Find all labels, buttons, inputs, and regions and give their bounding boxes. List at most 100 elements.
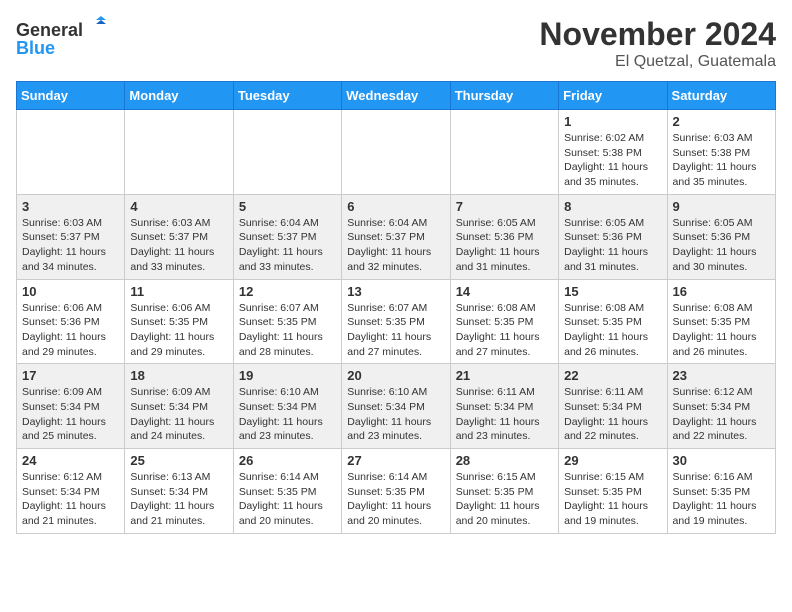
- day-info: Sunrise: 6:14 AM Sunset: 5:35 PM Dayligh…: [347, 470, 444, 529]
- day-info: Sunrise: 6:14 AM Sunset: 5:35 PM Dayligh…: [239, 470, 336, 529]
- day-number: 30: [673, 453, 770, 468]
- day-number: 15: [564, 284, 661, 299]
- day-info: Sunrise: 6:04 AM Sunset: 5:37 PM Dayligh…: [239, 216, 336, 275]
- day-info: Sunrise: 6:12 AM Sunset: 5:34 PM Dayligh…: [673, 385, 770, 444]
- day-number: 13: [347, 284, 444, 299]
- table-cell: 10 Sunrise: 6:06 AM Sunset: 5:36 PM Dayli…: [17, 279, 125, 364]
- day-number: 24: [22, 453, 119, 468]
- day-number: 7: [456, 199, 553, 214]
- svg-text:General: General: [16, 20, 83, 40]
- day-info: Sunrise: 6:05 AM Sunset: 5:36 PM Dayligh…: [564, 216, 661, 275]
- day-info: Sunrise: 6:10 AM Sunset: 5:34 PM Dayligh…: [239, 385, 336, 444]
- day-number: 3: [22, 199, 119, 214]
- day-number: 14: [456, 284, 553, 299]
- col-sunday: Sunday: [17, 82, 125, 110]
- day-info: Sunrise: 6:03 AM Sunset: 5:38 PM Dayligh…: [673, 131, 770, 190]
- col-monday: Monday: [125, 82, 233, 110]
- day-number: 8: [564, 199, 661, 214]
- day-number: 28: [456, 453, 553, 468]
- day-number: 22: [564, 368, 661, 383]
- day-info: Sunrise: 6:04 AM Sunset: 5:37 PM Dayligh…: [347, 216, 444, 275]
- table-cell: 22Sunrise: 6:11 AM Sunset: 5:34 PM Dayli…: [559, 364, 667, 449]
- day-number: 2: [673, 114, 770, 129]
- table-cell: 21 Sunrise: 6:11 AM Sunset: 5:34 PM Dayli…: [450, 364, 558, 449]
- day-info: Sunrise: 6:12 AM Sunset: 5:34 PM Dayligh…: [22, 470, 119, 529]
- location: El Quetzal, Guatemala: [539, 53, 776, 71]
- day-number: 16: [673, 284, 770, 299]
- table-cell: 29Sunrise: 6:15 AM Sunset: 5:35 PM Dayli…: [559, 449, 667, 534]
- day-number: 11: [130, 284, 227, 299]
- day-number: 20: [347, 368, 444, 383]
- day-number: 19: [239, 368, 336, 383]
- table-cell: 6 Sunrise: 6:04 AM Sunset: 5:37 PM Daylig…: [342, 194, 450, 279]
- day-number: 29: [564, 453, 661, 468]
- table-cell: 8 Sunrise: 6:05 AM Sunset: 5:36 PM Daylig…: [559, 194, 667, 279]
- day-number: 27: [347, 453, 444, 468]
- day-info: Sunrise: 6:08 AM Sunset: 5:35 PM Dayligh…: [564, 301, 661, 360]
- table-cell: 3 Sunrise: 6:03 AM Sunset: 5:37 PM Daylig…: [17, 194, 125, 279]
- table-cell: [125, 110, 233, 195]
- day-number: 9: [673, 199, 770, 214]
- header: General Blue November 2024 El Quetzal, G…: [16, 16, 776, 71]
- day-info: Sunrise: 6:15 AM Sunset: 5:35 PM Dayligh…: [456, 470, 553, 529]
- day-number: 6: [347, 199, 444, 214]
- day-info: Sunrise: 6:03 AM Sunset: 5:37 PM Dayligh…: [22, 216, 119, 275]
- day-info: Sunrise: 6:09 AM Sunset: 5:34 PM Dayligh…: [22, 385, 119, 444]
- day-number: 17: [22, 368, 119, 383]
- table-cell: 9Sunrise: 6:05 AM Sunset: 5:36 PM Daylig…: [667, 194, 775, 279]
- week-row-5: 24 Sunrise: 6:12 AM Sunset: 5:34 PM Dayli…: [17, 449, 776, 534]
- table-cell: 28 Sunrise: 6:15 AM Sunset: 5:35 PM Dayli…: [450, 449, 558, 534]
- table-cell: 24 Sunrise: 6:12 AM Sunset: 5:34 PM Dayli…: [17, 449, 125, 534]
- day-info: Sunrise: 6:16 AM Sunset: 5:35 PM Dayligh…: [673, 470, 770, 529]
- table-cell: 13 Sunrise: 6:07 AM Sunset: 5:35 PM Dayli…: [342, 279, 450, 364]
- table-cell: 17 Sunrise: 6:09 AM Sunset: 5:34 PM Dayli…: [17, 364, 125, 449]
- day-info: Sunrise: 6:06 AM Sunset: 5:36 PM Dayligh…: [22, 301, 119, 360]
- table-cell: 11 Sunrise: 6:06 AM Sunset: 5:35 PM Dayli…: [125, 279, 233, 364]
- day-info: Sunrise: 6:09 AM Sunset: 5:34 PM Dayligh…: [130, 385, 227, 444]
- col-tuesday: Tuesday: [233, 82, 341, 110]
- table-cell: 26 Sunrise: 6:14 AM Sunset: 5:35 PM Dayli…: [233, 449, 341, 534]
- page: General Blue November 2024 El Quetzal, G…: [0, 0, 792, 550]
- day-number: 26: [239, 453, 336, 468]
- table-cell: [17, 110, 125, 195]
- table-cell: [450, 110, 558, 195]
- week-row-3: 10 Sunrise: 6:06 AM Sunset: 5:36 PM Dayli…: [17, 279, 776, 364]
- day-number: 23: [673, 368, 770, 383]
- day-number: 21: [456, 368, 553, 383]
- day-number: 25: [130, 453, 227, 468]
- day-number: 5: [239, 199, 336, 214]
- logo-svg: General Blue: [16, 16, 106, 60]
- table-cell: 30 Sunrise: 6:16 AM Sunset: 5:35 PM Dayli…: [667, 449, 775, 534]
- day-info: Sunrise: 6:08 AM Sunset: 5:35 PM Dayligh…: [673, 301, 770, 360]
- day-number: 1: [564, 114, 661, 129]
- table-cell: 16 Sunrise: 6:08 AM Sunset: 5:35 PM Dayli…: [667, 279, 775, 364]
- day-info: Sunrise: 6:07 AM Sunset: 5:35 PM Dayligh…: [239, 301, 336, 360]
- day-info: Sunrise: 6:02 AM Sunset: 5:38 PM Dayligh…: [564, 131, 661, 190]
- table-cell: 2 Sunrise: 6:03 AM Sunset: 5:38 PM Daylig…: [667, 110, 775, 195]
- title-area: November 2024 El Quetzal, Guatemala: [539, 16, 776, 71]
- logo: General Blue: [16, 16, 106, 60]
- week-row-4: 17 Sunrise: 6:09 AM Sunset: 5:34 PM Dayli…: [17, 364, 776, 449]
- day-info: Sunrise: 6:07 AM Sunset: 5:35 PM Dayligh…: [347, 301, 444, 360]
- table-cell: 1 Sunrise: 6:02 AM Sunset: 5:38 PM Daylig…: [559, 110, 667, 195]
- table-cell: 23 Sunrise: 6:12 AM Sunset: 5:34 PM Dayli…: [667, 364, 775, 449]
- day-info: Sunrise: 6:08 AM Sunset: 5:35 PM Dayligh…: [456, 301, 553, 360]
- col-wednesday: Wednesday: [342, 82, 450, 110]
- table-cell: 14 Sunrise: 6:08 AM Sunset: 5:35 PM Dayli…: [450, 279, 558, 364]
- col-thursday: Thursday: [450, 82, 558, 110]
- day-info: Sunrise: 6:11 AM Sunset: 5:34 PM Dayligh…: [456, 385, 553, 444]
- table-cell: 4Sunrise: 6:03 AM Sunset: 5:37 PM Daylig…: [125, 194, 233, 279]
- table-cell: 7Sunrise: 6:05 AM Sunset: 5:36 PM Daylig…: [450, 194, 558, 279]
- day-info: Sunrise: 6:06 AM Sunset: 5:35 PM Dayligh…: [130, 301, 227, 360]
- day-info: Sunrise: 6:03 AM Sunset: 5:37 PM Dayligh…: [130, 216, 227, 275]
- table-cell: 15 Sunrise: 6:08 AM Sunset: 5:35 PM Dayli…: [559, 279, 667, 364]
- week-row-1: 1 Sunrise: 6:02 AM Sunset: 5:38 PM Daylig…: [17, 110, 776, 195]
- weekday-header-row: Sunday Monday Tuesday Wednesday Thursday…: [17, 82, 776, 110]
- day-number: 10: [22, 284, 119, 299]
- month-title: November 2024: [539, 16, 776, 53]
- calendar: Sunday Monday Tuesday Wednesday Thursday…: [16, 81, 776, 534]
- day-info: Sunrise: 6:10 AM Sunset: 5:34 PM Dayligh…: [347, 385, 444, 444]
- day-number: 12: [239, 284, 336, 299]
- svg-text:Blue: Blue: [16, 38, 55, 58]
- table-cell: 19 Sunrise: 6:10 AM Sunset: 5:34 PM Dayli…: [233, 364, 341, 449]
